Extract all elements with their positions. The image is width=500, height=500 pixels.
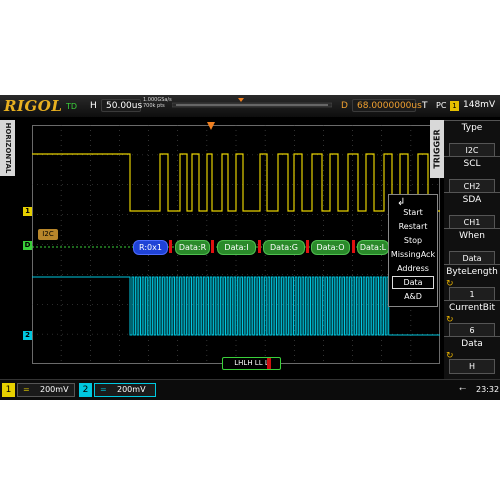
memory-position-indicator[interactable] — [172, 98, 332, 112]
data-packet: Data:R — [175, 240, 210, 255]
clock: 23:32 — [476, 385, 500, 394]
data-packet: Data:L — [357, 240, 389, 255]
ack-marker — [258, 240, 261, 253]
ch1-scale: 200mV — [40, 385, 69, 394]
acquisition-info: 1.000GSa/s 700k pts — [143, 97, 172, 109]
bytelength-title: ByteLength — [446, 267, 498, 277]
menu-item-stop[interactable]: Stop — [389, 234, 437, 247]
ack-marker — [211, 240, 214, 253]
bus-label: I2C — [38, 229, 58, 240]
trigger-menu-panel: Type I2C SCL CH2 SDA CH1 When Data ByteL… — [444, 120, 500, 380]
menu-item-start[interactable]: Start — [389, 206, 437, 219]
usb-icon: ⭠ — [459, 384, 467, 394]
type-title: Type — [461, 123, 483, 133]
when-title: When — [459, 231, 485, 241]
data-value: H — [449, 359, 495, 374]
data-packet: Data:I — [217, 240, 256, 255]
ch2-number[interactable]: 2 — [79, 383, 92, 397]
menu-item-address[interactable]: Address — [389, 262, 437, 275]
data-packet: Data:G — [263, 240, 305, 255]
menu-item-restart[interactable]: Restart — [389, 220, 437, 233]
address-packet: R:0x1 — [133, 240, 168, 255]
currentbit-title: CurrentBit — [448, 303, 495, 313]
trigger-position-icon — [238, 98, 244, 102]
pattern-readout-text: LHLH LL L — [234, 359, 269, 367]
menu-item-data[interactable]: Data — [392, 276, 434, 289]
delay-value[interactable]: 68.0000000us — [352, 99, 422, 112]
ack-marker — [352, 240, 355, 253]
trigger-source-badge: 1 — [450, 101, 459, 111]
delay-label: D — [341, 101, 348, 111]
trigger-tab[interactable]: TRIGGER — [430, 120, 444, 178]
ch2-coupling: = — [100, 385, 107, 394]
ch2-marker[interactable]: 2 — [23, 331, 32, 340]
ch1-number[interactable]: 1 — [2, 383, 15, 397]
sda-title: SDA — [462, 195, 482, 205]
pattern-cursor — [267, 358, 271, 369]
trigger-tab-label: TRIGGER — [432, 129, 442, 169]
decode-marker[interactable]: D — [23, 241, 32, 250]
top-status-bar: RIGOL TD H 50.00us 1.000GSa/s 700k pts D… — [0, 95, 500, 117]
run-state: TD — [66, 102, 78, 111]
data-button[interactable]: Data ↻ H — [444, 336, 500, 380]
scl-title: SCL — [463, 159, 481, 169]
data-packet: Data:O — [311, 240, 350, 255]
bottom-status-bar: 1 = 200mV 2 = 200mV ⭠ 23:32 — [0, 379, 500, 400]
timebase-label: H — [90, 101, 97, 111]
ch2-waveform — [32, 276, 440, 336]
ch2-scale-box[interactable]: = 200mV — [94, 383, 156, 397]
ch1-waveform — [32, 153, 440, 212]
brand-logo: RIGOL — [4, 97, 63, 115]
ack-marker — [306, 240, 309, 253]
pattern-readout: LHLH LL L — [222, 357, 281, 370]
data-title: Data — [461, 339, 483, 349]
horizontal-tab-label: HORIZONTAL — [4, 122, 12, 174]
menu-item-missingack[interactable]: MissingAck — [389, 248, 437, 261]
menu-item-a-and-d[interactable]: A&D — [389, 290, 437, 303]
memory-depth: 700k pts — [143, 103, 165, 109]
when-popup-menu[interactable]: ↲ Start Restart Stop MissingAck Address … — [388, 194, 438, 307]
ch1-scale-box[interactable]: = 200mV — [17, 383, 75, 397]
horizontal-tab[interactable]: HORIZONTAL — [0, 120, 15, 176]
trigger-label: T — [422, 101, 428, 111]
ack-marker — [169, 240, 172, 253]
trigger-marker-icon — [207, 122, 215, 130]
ch2-scale: 200mV — [117, 385, 146, 394]
timebase-value[interactable]: 50.00us — [101, 99, 142, 112]
ch1-coupling: = — [23, 385, 30, 394]
oscilloscope-screen: RIGOL TD H 50.00us 1.000GSa/s 700k pts D… — [0, 95, 500, 400]
ch1-marker[interactable]: 1 — [23, 207, 32, 216]
trigger-level[interactable]: 148mV — [461, 99, 498, 112]
trigger-mode: PC — [436, 101, 447, 110]
